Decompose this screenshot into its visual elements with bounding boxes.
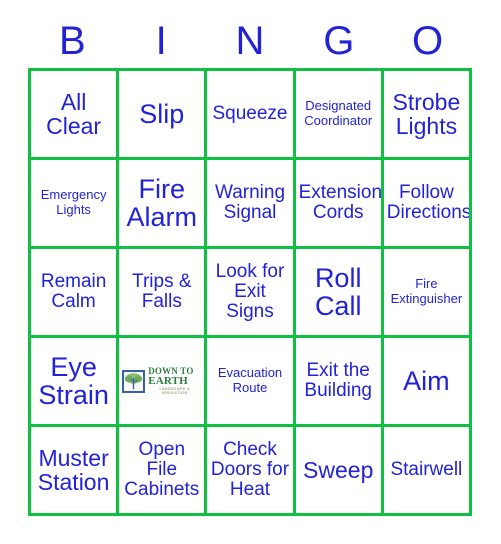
bingo-cell-label: Emergency Lights [40, 187, 107, 217]
bingo-cell-label: Aim [403, 365, 450, 396]
bingo-cell[interactable]: Fire Alarm [119, 160, 205, 246]
bingo-cell-label: Sweep [303, 456, 374, 483]
logo-wordmark: DOWN TO EARTH LANDSCAPE & IRRIGATION [148, 366, 201, 395]
bingo-cell[interactable]: Designated Coordinator [295, 71, 381, 157]
bingo-cell-label: Remain Calm [40, 271, 107, 312]
tree-icon [122, 369, 146, 393]
bingo-cell[interactable]: Fire Extinguisher [383, 249, 469, 335]
bingo-cell[interactable]: Evacuation Route [207, 338, 293, 424]
bingo-header: BINGO [28, 16, 472, 66]
bingo-cell-label: Roll Call [314, 262, 362, 321]
bingo-grid: All Clear Slip Squeeze Designated Coordinat… [28, 68, 472, 516]
bingo-cell[interactable]: Strobe Lights [383, 71, 469, 157]
bingo-cell[interactable]: All Clear [31, 71, 117, 157]
bingo-cell[interactable]: Warning Signal [207, 160, 293, 246]
logo-tagline: LANDSCAPE & IRRIGATION [159, 386, 191, 395]
bingo-cell-free-logo[interactable]: DOWN TO EARTH LANDSCAPE & IRRIGATION [119, 338, 205, 424]
bingo-header-letter-n: N [235, 19, 265, 63]
bingo-cell-label: Designated Coordinator [304, 98, 373, 128]
bingo-cell-label: Fire Alarm [126, 173, 198, 232]
bingo-cell[interactable]: Follow Directions [383, 160, 469, 246]
bingo-cell-label: Open File Cabinets [124, 439, 200, 500]
bingo-cell[interactable]: Roll Call [295, 249, 381, 335]
bingo-cell-label: Warning Signal [214, 182, 286, 223]
bingo-cell-label: Strobe Lights [392, 88, 461, 139]
bingo-cell-label: Fire Extinguisher [390, 276, 463, 306]
bingo-header-letter-i: I [155, 19, 167, 63]
bingo-cell[interactable]: Aim [383, 338, 469, 424]
bingo-cell[interactable]: Exit the Building [295, 338, 381, 424]
bingo-cell[interactable]: Muster Station [31, 427, 117, 513]
bingo-header-letter-o: O [412, 19, 444, 63]
bingo-cell-label: Muster Station [37, 444, 110, 495]
bingo-cell[interactable]: Open File Cabinets [119, 427, 205, 513]
down-to-earth-logo: DOWN TO EARTH LANDSCAPE & IRRIGATION [122, 366, 201, 395]
bingo-cell-label: Eye Strain [38, 351, 109, 410]
bingo-cell[interactable]: Extension Cords [295, 160, 381, 246]
bingo-cell-label: Look for Exit Signs [215, 261, 285, 322]
logo-word-earth: EARTH [148, 374, 188, 387]
bingo-card: B I N G O All Clear Slip Squeeze Designated Coo… [0, 0, 501, 544]
bingo-cell-label: Slip [139, 98, 185, 129]
bingo-cell-label: Squeeze [212, 103, 288, 125]
bingo-cell-label: Follow Directions [386, 182, 469, 223]
bingo-cell[interactable]: Check Doors for Heat [207, 427, 293, 513]
bingo-cell[interactable]: Sweep [295, 427, 381, 513]
bingo-cell[interactable]: Remain Calm [31, 249, 117, 335]
bingo-cell-label: Trips & Falls [132, 271, 192, 312]
bingo-cell-label: Extension Cords [298, 182, 381, 223]
bingo-header-letter-b: B [59, 19, 86, 63]
bingo-cell[interactable]: Emergency Lights [31, 160, 117, 246]
bingo-cell-label: All Clear [46, 88, 102, 139]
bingo-cell[interactable]: Slip [119, 71, 205, 157]
bingo-cell-label: Evacuation Route [217, 365, 283, 395]
bingo-header-letter-g: G [323, 19, 355, 63]
bingo-cell-label: Exit the Building [304, 360, 372, 401]
bingo-cell[interactable]: Stairwell [383, 427, 469, 513]
bingo-cell[interactable]: Trips & Falls [119, 249, 205, 335]
bingo-cell-label: Stairwell [390, 459, 463, 481]
bingo-cell-label: Check Doors for Heat [210, 439, 290, 500]
bingo-cell[interactable]: Squeeze [207, 71, 293, 157]
bingo-cell[interactable]: Eye Strain [31, 338, 117, 424]
bingo-cell[interactable]: Look for Exit Signs [207, 249, 293, 335]
